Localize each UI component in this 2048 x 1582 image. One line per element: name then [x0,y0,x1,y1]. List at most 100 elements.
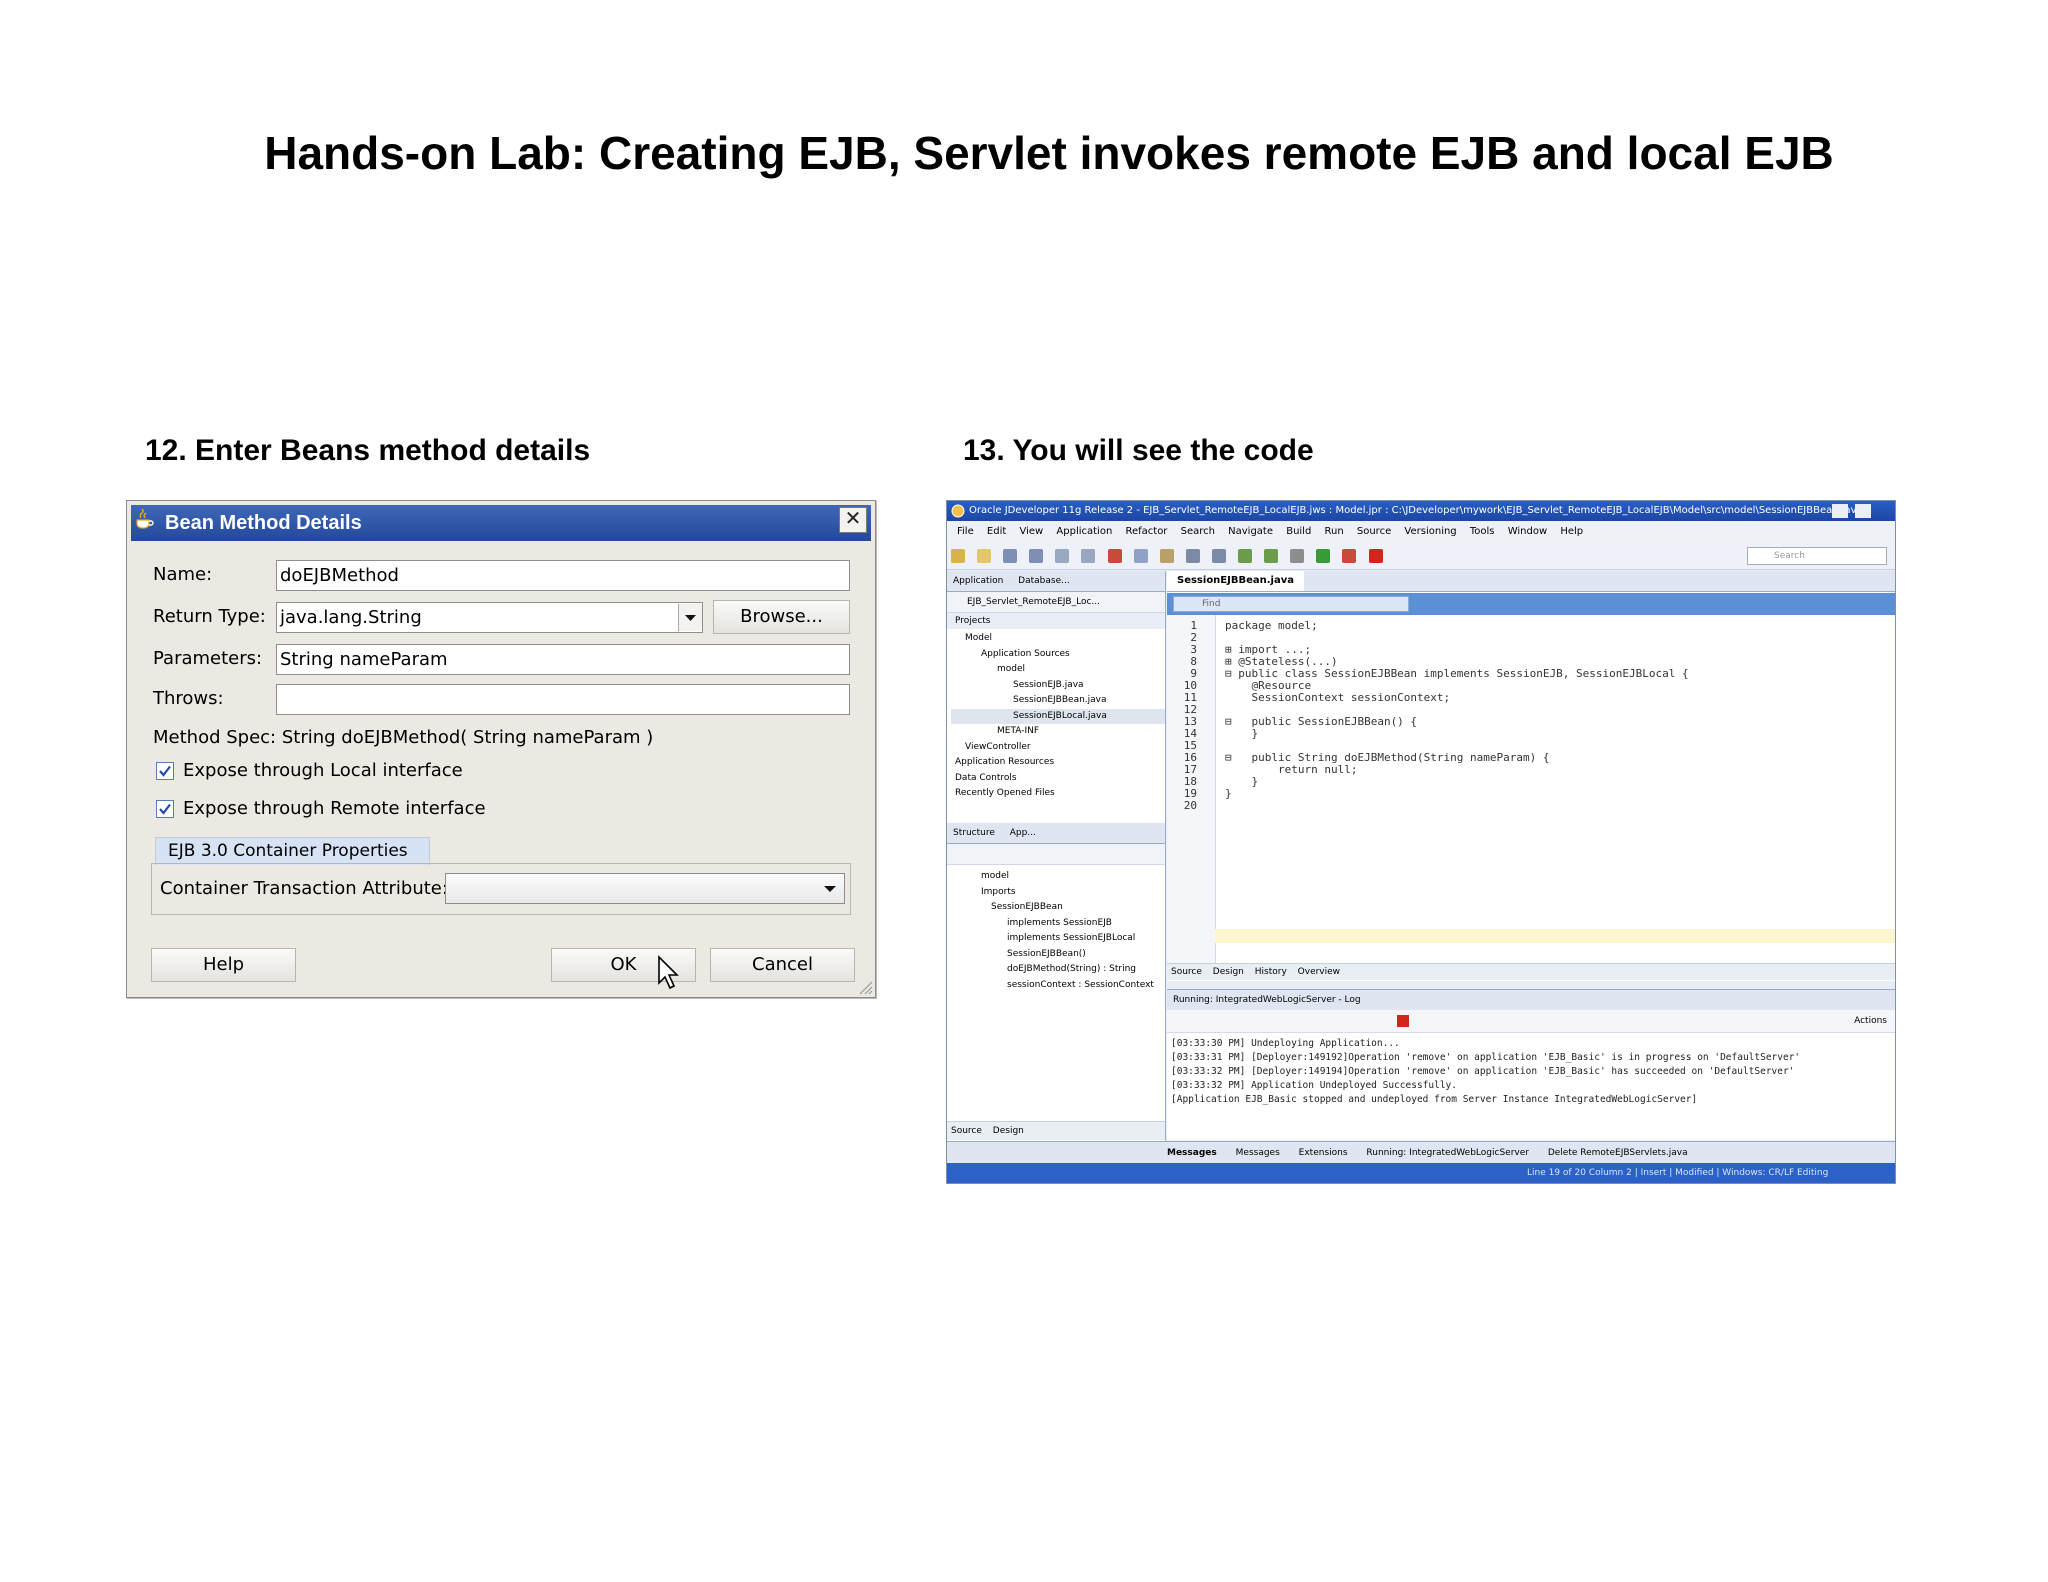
run-icon[interactable] [1316,549,1331,563]
actions-menu[interactable]: Actions [1854,1010,1887,1032]
tab-running-log[interactable]: Running: IntegratedWebLogicServer - Log [1167,995,1361,1005]
tab-source[interactable]: Source [947,1126,986,1136]
expose-local-label: Expose through Local interface [183,760,463,781]
redo-icon[interactable] [1081,549,1096,563]
make-icon[interactable] [1238,549,1253,563]
deploy-icon[interactable] [1290,549,1305,563]
tree-item[interactable]: model [951,662,1165,678]
menu-window[interactable]: Window [1508,526,1547,537]
tree-item[interactable]: Application Sources [951,647,1165,663]
menu-refactor[interactable]: Refactor [1125,526,1167,537]
tab-messages-2[interactable]: Messages [1228,1148,1288,1158]
tree-item[interactable]: SessionEJBBean.java [951,693,1165,709]
open-icon[interactable] [977,549,992,563]
tab-source[interactable]: Source [1167,967,1206,977]
tab-design[interactable]: Design [989,1126,1028,1136]
tab-delete-servlets[interactable]: Delete RemoteEJBServlets.java [1540,1148,1696,1158]
tree-item[interactable]: SessionEJBLocal.java [951,708,1165,724]
help-button[interactable]: Help [151,948,296,982]
tree-item[interactable]: SessionEJBBean() [951,947,1165,963]
tab-overview[interactable]: Overview [1294,967,1344,977]
expose-remote-checkbox[interactable] [156,800,174,818]
menu-versioning[interactable]: Versioning [1404,526,1456,537]
menu-search[interactable]: Search [1181,526,1215,537]
application-selector[interactable]: EJB_Servlet_RemoteEJB_Loc... [947,592,1165,613]
terminate-icon[interactable] [1368,549,1383,563]
code-lines[interactable]: 1 package model; 2 3 ⊞ import ...; 8 ⊞ @Statel… [1167,615,1895,965]
tab-application[interactable]: Application [947,576,1009,586]
tree-item[interactable]: ViewController [951,740,1165,756]
tree-item[interactable]: doEJBMethod(String) : String [951,962,1165,978]
transaction-attribute-select[interactable] [445,873,845,904]
tree-item[interactable]: SessionEJB.java [951,678,1165,694]
tree-item[interactable]: META-INF [951,724,1165,740]
tree-item[interactable]: SessionEJBBean [951,900,1165,916]
minimize-icon[interactable] [1832,504,1848,518]
code-line[interactable]: package model; [1225,619,1318,632]
close-button[interactable]: ✕ [839,507,867,533]
tab-session-ejb-bean[interactable]: SessionEJBBean.java [1167,571,1304,591]
tab-design[interactable]: Design [1209,967,1248,977]
tab-database[interactable]: Database... [1012,576,1076,586]
tab-messages[interactable]: Messages [947,1148,1225,1158]
ide-search-input[interactable]: Search [1747,547,1887,565]
save-all-icon[interactable] [1029,549,1044,563]
menu-edit[interactable]: Edit [987,526,1006,537]
menu-run[interactable]: Run [1325,526,1344,537]
menu-build[interactable]: Build [1286,526,1311,537]
return-type-combo[interactable]: java.lang.String [276,602,703,633]
tree-item[interactable]: implements SessionEJB [951,916,1165,932]
editor-tabs: SessionEJBBean.java [1167,571,1895,592]
undo-icon[interactable] [1055,549,1070,563]
browse-button[interactable]: Browse... [713,600,850,634]
cancel-button[interactable]: Cancel [710,948,855,982]
return-type-dropdown-button[interactable] [678,604,702,631]
tab-ejb-container-properties[interactable]: EJB 3.0 Container Properties [155,837,430,865]
tab-structure[interactable]: Structure [947,828,1001,838]
throws-input[interactable] [276,684,850,715]
projects-header[interactable]: Projects [947,613,1165,629]
back-icon[interactable] [1185,549,1200,563]
tree-item[interactable]: Data Controls [951,771,1165,787]
code-line[interactable]: } [1225,787,1232,800]
method-spec-text: Method Spec: String doEJBMethod( String … [153,727,654,748]
tree-item[interactable]: implements SessionEJBLocal [951,931,1165,947]
menu-view[interactable]: View [1019,526,1043,537]
stop-icon[interactable] [1397,1015,1409,1027]
tree-item[interactable]: sessionContext : SessionContext [951,978,1165,994]
parameters-input[interactable]: String nameParam [276,644,850,675]
save-icon[interactable] [1003,549,1018,563]
code-line[interactable]: } [1225,727,1258,740]
tab-app[interactable]: App... [1004,828,1042,838]
code-line[interactable]: SessionContext sessionContext; [1225,691,1450,704]
debug-icon[interactable] [1342,549,1357,563]
menu-navigate[interactable]: Navigate [1228,526,1273,537]
menu-file[interactable]: File [957,526,974,537]
tree-item[interactable]: Model [951,631,1165,647]
name-input[interactable]: doEJBMethod [276,560,850,591]
dialog-title-bar[interactable]: Bean Method Details [131,505,871,541]
menu-tools[interactable]: Tools [1470,526,1495,537]
expose-local-checkbox[interactable] [156,762,174,780]
copy-icon[interactable] [1133,549,1148,563]
structure-toolbar [947,844,1165,865]
tab-extensions[interactable]: Extensions [1291,1148,1356,1158]
tree-item[interactable]: Application Resources [951,755,1165,771]
tab-running-server[interactable]: Running: IntegratedWebLogicServer [1358,1148,1537,1158]
tree-item[interactable]: model [951,869,1165,885]
menu-application[interactable]: Application [1056,526,1112,537]
rebuild-icon[interactable] [1264,549,1279,563]
find-input[interactable]: Find [1173,596,1409,612]
paste-icon[interactable] [1159,549,1174,563]
tree-item[interactable]: Imports [951,885,1165,901]
forward-icon[interactable] [1211,549,1226,563]
close-icon: ✕ [844,508,862,530]
cut-icon[interactable] [1107,549,1122,563]
tree-item[interactable]: Recently Opened Files [951,786,1165,802]
new-icon[interactable] [951,549,965,563]
menu-help[interactable]: Help [1560,526,1583,537]
tab-history[interactable]: History [1251,967,1291,977]
menu-source[interactable]: Source [1357,526,1391,537]
maximize-icon[interactable] [1855,504,1872,518]
resize-grip-icon[interactable] [855,977,873,995]
